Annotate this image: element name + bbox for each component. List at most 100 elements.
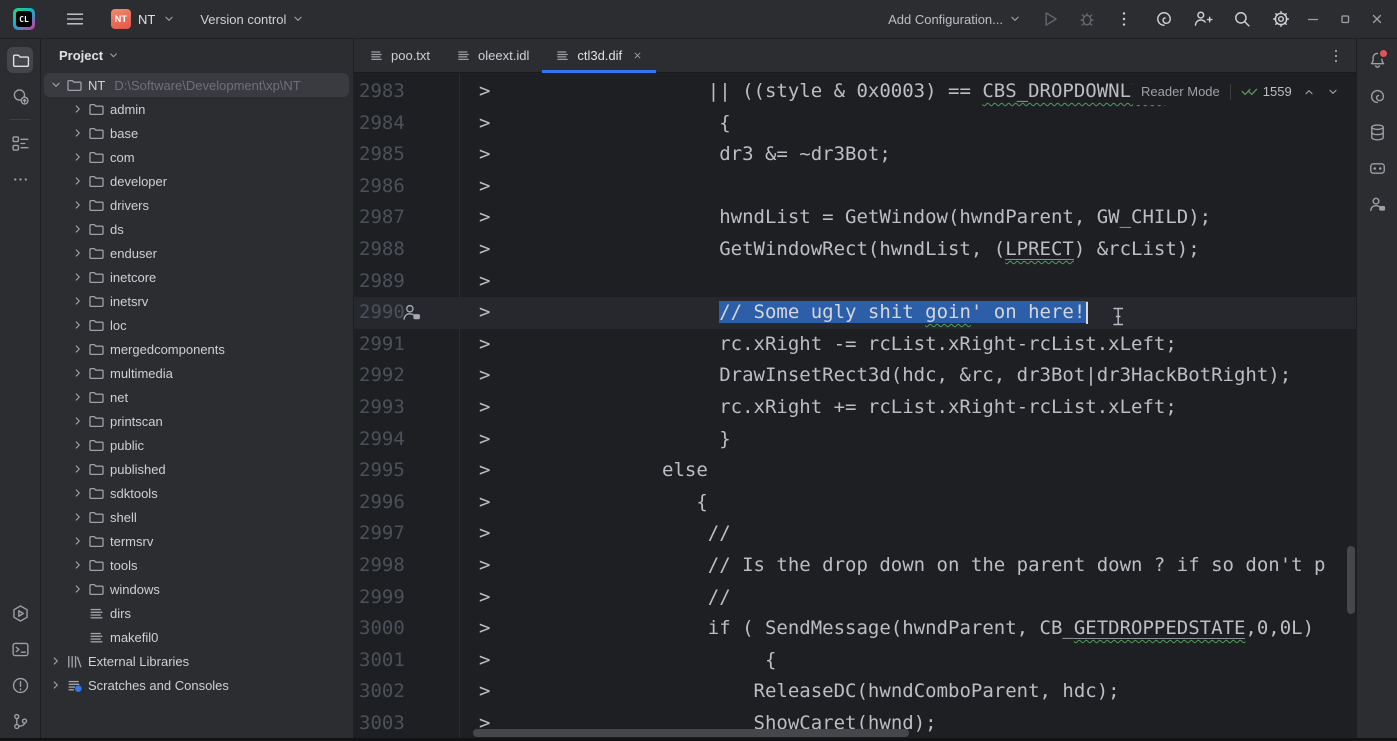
chevron-down-icon[interactable] [1326,85,1340,99]
tree-item-developer[interactable]: developer [41,169,353,193]
line-number[interactable]: 2996 [359,487,405,519]
chevron-down-icon[interactable] [47,77,65,93]
chevron-right-icon[interactable] [69,437,87,453]
code-line-3000[interactable]: 3000 > if ( SendMessage(hwndParent, CB_GE… [354,613,1357,645]
tab-ctl3d-dif[interactable]: ctl3d.dif [542,39,656,72]
chevron-right-icon[interactable] [69,125,87,141]
code-line-2991[interactable]: 2991> rc.xRight -= rcList.xRight-rcList.… [354,329,1357,361]
line-text[interactable]: > // [479,522,731,544]
code-line-2995[interactable]: 2995 > else [354,455,1357,487]
database-button[interactable] [1364,119,1390,145]
add-user-icon[interactable] [1193,9,1213,29]
ai-assistant-button[interactable] [1364,83,1390,109]
line-number[interactable]: 2998 [359,550,405,582]
more-button[interactable] [7,166,33,192]
line-number[interactable]: 3002 [359,676,405,708]
tree-item-shell[interactable]: shell [41,505,353,529]
line-number[interactable]: 3000 [359,613,405,645]
line-number[interactable]: 2987 [359,202,405,234]
code-line-2988[interactable]: 2988> GetWindowRect(hwndList, (LPRECT) &… [354,234,1357,266]
tree-item-loc[interactable]: loc [41,313,353,337]
kebab-menu-icon[interactable] [1327,47,1345,65]
user-comment-button[interactable] [1364,191,1390,217]
line-text[interactable]: > [479,270,490,292]
tree-item-external-libraries[interactable]: External Libraries [41,649,353,673]
line-text[interactable]: > || ((style & 0x0003) == CBS_DROPDOWNLI… [479,80,1188,102]
chevron-right-icon[interactable] [69,341,87,357]
project-folder-button[interactable] [7,47,33,73]
chevron-right-icon[interactable] [47,653,65,669]
line-text[interactable]: > if ( SendMessage(hwndParent, CB_GETDRO… [479,617,1314,639]
chevron-right-icon[interactable] [69,221,87,237]
tree-item-termsrv[interactable]: termsrv [41,529,353,553]
tree-item-inetsrv[interactable]: inetsrv [41,289,353,313]
chevron-right-icon[interactable] [69,557,87,573]
horizontal-scrollbar[interactable] [473,729,909,737]
code-line-3002[interactable]: 3002> ReleaseDC(hwndComboParent, hdc); [354,676,1357,708]
chevron-right-icon[interactable] [69,269,87,285]
line-number[interactable]: 2991 [359,329,405,361]
code-line-2994[interactable]: 2994> } [354,424,1357,456]
line-text[interactable]: > rc.xRight += rcList.xRight-rcList.xLef… [479,396,1177,418]
chevron-right-icon[interactable] [69,533,87,549]
code-line-2999[interactable]: 2999 > // [354,582,1357,614]
chevron-right-icon[interactable] [69,197,87,213]
code-line-2996[interactable]: 2996 > { [354,487,1357,519]
tree-item-mergedcomponents[interactable]: mergedcomponents [41,337,353,361]
line-text[interactable]: > // [479,586,731,608]
line-number[interactable]: 2993 [359,392,405,424]
line-text[interactable]: > else [479,459,708,481]
close-icon[interactable] [632,50,643,61]
line-text[interactable]: > { [479,112,731,134]
tree-item-scratches-and-consoles[interactable]: Scratches and Consoles [41,673,353,697]
reader-mode-label[interactable]: Reader Mode [1141,84,1220,99]
chevron-right-icon[interactable] [47,677,65,693]
structure-button[interactable] [7,130,33,156]
git-branch-button[interactable] [7,708,33,734]
line-text[interactable]: > { [479,649,776,671]
code-line-2987[interactable]: 2987> hwndList = GetWindow(hwndParent, G… [354,202,1357,234]
line-number[interactable]: 2985 [359,139,405,171]
code-line-2997[interactable]: 2997> // [354,518,1357,550]
user-comment-icon[interactable] [401,302,422,323]
chevron-right-icon[interactable] [69,101,87,117]
code-line-2985[interactable]: 2985 > dr3 &= ~dr3Bot; [354,139,1357,171]
maximize-icon[interactable] [1337,11,1353,27]
tree-item-makefil0[interactable]: makefil0 [41,625,353,649]
tree-item-public[interactable]: public [41,433,353,457]
services-button[interactable] [7,600,33,626]
chevron-right-icon[interactable] [69,365,87,381]
minimize-icon[interactable] [1305,11,1321,27]
tree-item-com[interactable]: com [41,145,353,169]
chevron-right-icon[interactable] [69,509,87,525]
tree-item-printscan[interactable]: printscan [41,409,353,433]
line-number[interactable]: 2983 [359,76,405,108]
code-line-2990[interactable]: 2990> // Some ugly shit goin' on here! [354,297,1357,329]
tree-item-dirs[interactable]: dirs [41,601,353,625]
vertical-scrollbar[interactable] [1347,546,1355,614]
line-text[interactable]: > { [479,491,708,513]
inspections-status[interactable]: 1559 [1241,84,1292,99]
tree-item-inetcore[interactable]: inetcore [41,265,353,289]
ai-assistant-icon[interactable] [1154,9,1174,29]
chevron-right-icon[interactable] [69,461,87,477]
line-text[interactable]: > } [479,428,731,450]
tree-item-ds[interactable]: ds [41,217,353,241]
tree-item-multimedia[interactable]: multimedia [41,361,353,385]
notifications-bell-button[interactable] [1364,47,1390,73]
tree-item-sdktools[interactable]: sdktools [41,481,353,505]
main-menu-button[interactable] [65,9,85,29]
line-number[interactable]: 2992 [359,360,405,392]
line-number[interactable]: 2986 [359,171,405,203]
tree-item-tools[interactable]: tools [41,553,353,577]
debug-bug-icon[interactable] [1077,9,1097,29]
line-number[interactable]: 2995 [359,455,405,487]
line-text[interactable]: > dr3 &= ~dr3Bot; [479,143,891,165]
code-line-2989[interactable]: 2989> [354,266,1357,298]
tree-item-drivers[interactable]: drivers [41,193,353,217]
close-icon[interactable] [1369,11,1385,27]
code-editor[interactable]: 2983 > || ((style & 0x0003) == CBS_DROPDO… [354,73,1357,741]
terminal-button[interactable] [7,636,33,662]
line-number[interactable]: 2999 [359,582,405,614]
run-play-icon[interactable] [1040,9,1060,29]
